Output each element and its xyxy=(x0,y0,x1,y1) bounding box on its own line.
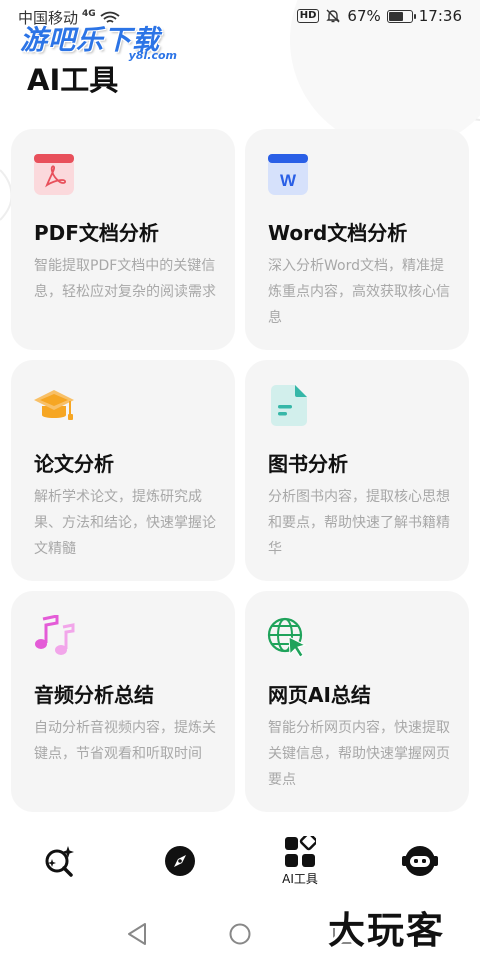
tool-card-title: 图书分析 xyxy=(268,452,348,476)
home-circle-icon[interactable] xyxy=(229,922,251,946)
nav-item-search[interactable] xyxy=(20,828,100,894)
tool-card-title: 论文分析 xyxy=(34,452,114,476)
tool-card-title: 网页AI总结 xyxy=(268,683,371,707)
tool-card-book[interactable]: 图书分析 分析图书内容，提取核心思想和要点，帮助快速了解书籍精华 xyxy=(245,360,469,581)
nav-label-ai-tools: AI工具 xyxy=(282,871,318,886)
mute-bell-icon xyxy=(326,9,341,23)
tools-grid: PDF文档分析 智能提取PDF文档中的关键信息，轻松应对复杂的阅读需求 W Wo… xyxy=(11,129,469,812)
apps-grid-icon xyxy=(285,835,316,867)
globe-cursor-icon xyxy=(267,617,307,658)
network-type: 4G xyxy=(82,8,96,19)
watermark-subtitle: y8l.com xyxy=(128,49,177,62)
word-icon: W xyxy=(268,154,308,195)
tool-card-thesis[interactable]: 论文分析 解析学术论文，提炼研究成果、方法和结论，快速掌握论文精髓 xyxy=(11,360,235,581)
nav-item-discover[interactable] xyxy=(140,828,220,894)
battery-icon xyxy=(386,9,416,23)
compass-icon xyxy=(165,846,195,876)
clock: 17:36 xyxy=(418,7,462,25)
back-triangle-icon[interactable] xyxy=(126,922,148,946)
nav-item-ai-tools[interactable]: AI工具 xyxy=(260,828,340,894)
tool-card-word[interactable]: W Word文档分析 深入分析Word文档，精准提炼重点内容，高效获取核心信息 xyxy=(245,129,469,350)
robot-icon xyxy=(402,846,438,876)
tool-card-pdf[interactable]: PDF文档分析 智能提取PDF文档中的关键信息，轻松应对复杂的阅读需求 xyxy=(11,129,235,350)
status-right: HD 67% 17:36 xyxy=(296,7,462,25)
corner-watermark: 大玩客 xyxy=(328,909,445,952)
tool-card-description: 自动分析音视频内容，提炼关键点，节省观看和听取时间 xyxy=(34,720,216,762)
page-title: AI工具 xyxy=(27,63,119,97)
book-icon xyxy=(271,385,307,426)
tool-card-description: 深入分析Word文档，精准提炼重点内容，高效获取核心信息 xyxy=(268,258,450,326)
search-sparkle-icon xyxy=(45,846,74,877)
tool-card-title: 音频分析总结 xyxy=(34,683,154,707)
bottom-nav: AI工具 xyxy=(0,828,480,894)
tool-card-web[interactable]: 网页AI总结 智能分析网页内容，快速提取关键信息，帮助快速掌握网页要点 xyxy=(245,591,469,812)
music-notes-icon xyxy=(35,615,75,655)
tool-card-title: PDF文档分析 xyxy=(34,221,159,245)
graduation-cap-icon xyxy=(34,390,74,420)
hd-badge: HD xyxy=(296,9,320,23)
tool-card-audio[interactable]: 音频分析总结 自动分析音视频内容，提炼关键点，节省观看和听取时间 xyxy=(11,591,235,812)
tool-card-description: 解析学术论文，提炼研究成果、方法和结论，快速掌握论文精髓 xyxy=(34,489,216,557)
tool-card-description: 智能分析网页内容，快速提取关键信息，帮助快速掌握网页要点 xyxy=(268,720,450,788)
battery-percent: 67% xyxy=(347,7,381,25)
word-icon-letter: W xyxy=(280,171,297,190)
battery-level-fill xyxy=(388,11,403,21)
nav-item-profile[interactable] xyxy=(380,828,460,894)
pdf-icon xyxy=(34,154,74,195)
tool-card-description: 分析图书内容，提取核心思想和要点，帮助快速了解书籍精华 xyxy=(268,489,450,557)
tool-card-title: Word文档分析 xyxy=(268,221,408,245)
tool-card-description: 智能提取PDF文档中的关键信息，轻松应对复杂的阅读需求 xyxy=(34,258,216,300)
